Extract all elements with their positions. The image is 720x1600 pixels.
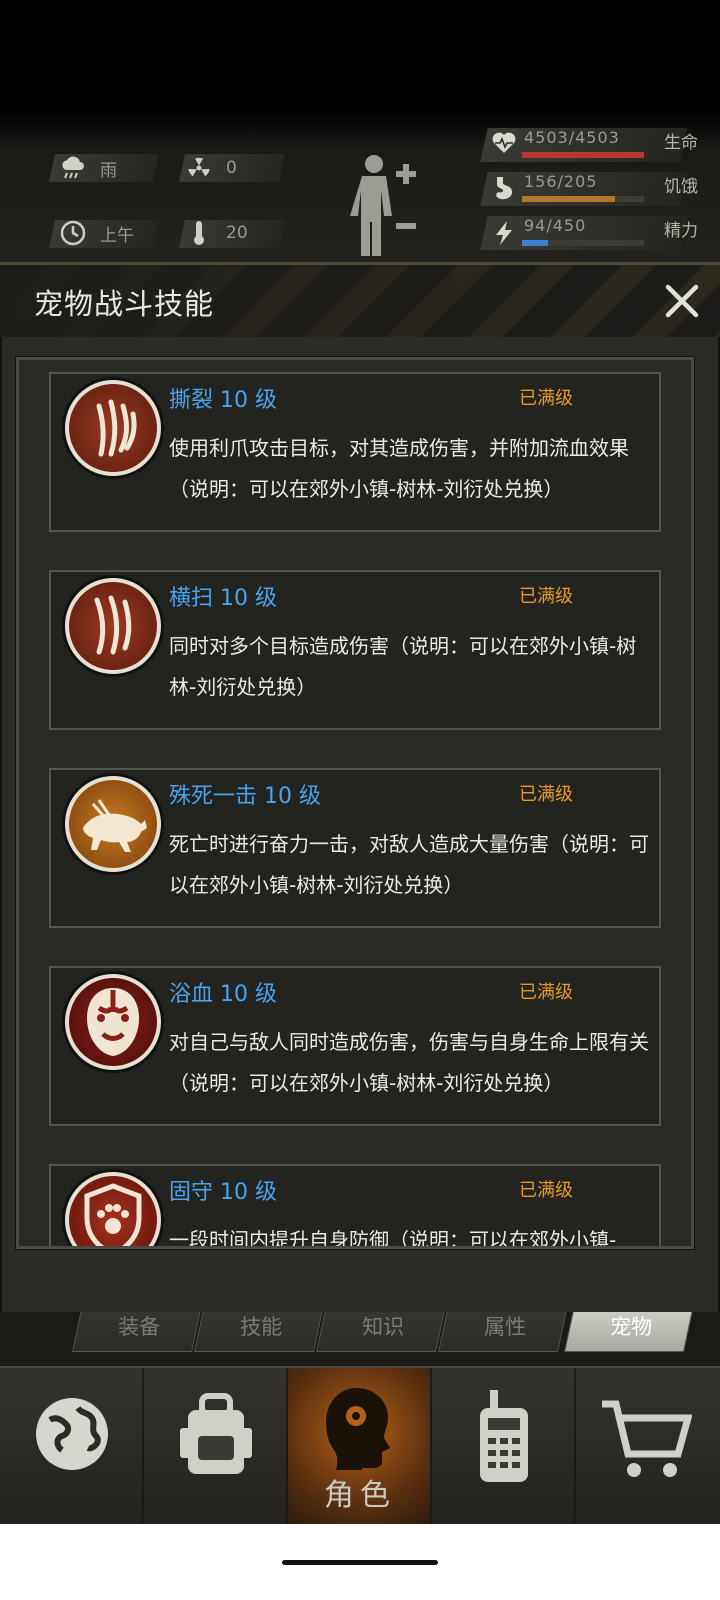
status-area: 雨 0 上午 20 4503/4503 生命 156/205 饥饿 94/450… bbox=[0, 0, 720, 270]
max-level-badge: 已满级 bbox=[519, 1180, 573, 1201]
radiation-value: 0 bbox=[226, 158, 237, 178]
tab-equipment[interactable]: 装备 bbox=[72, 1312, 204, 1352]
time-of-day-value: 上午 bbox=[100, 225, 134, 246]
hunger-vital: 156/205 饥饿 bbox=[480, 170, 704, 210]
energy-bar bbox=[522, 240, 644, 246]
lightning-icon bbox=[492, 220, 516, 245]
bloody-face-icon bbox=[65, 974, 161, 1070]
skill-description: 同时对多个目标造成伤害（说明：可以在郊外小镇-树林-刘衍处兑换） bbox=[169, 634, 637, 699]
heart-icon bbox=[492, 132, 516, 156]
claw-sweep-icon bbox=[65, 578, 161, 674]
stomach-icon bbox=[492, 176, 516, 200]
tab-skills[interactable]: 技能 bbox=[194, 1312, 326, 1352]
max-level-badge: 已满级 bbox=[519, 982, 573, 1003]
skill-card-final-strike[interactable]: 殊死一击 10 级 已满级 死亡时进行奋力一击，对敌人造成大量伤害（说明：可以在… bbox=[49, 768, 661, 928]
nav-shop[interactable] bbox=[576, 1368, 720, 1526]
claw-slash-icon bbox=[65, 380, 161, 476]
thermometer-icon bbox=[186, 220, 212, 246]
clock-icon bbox=[60, 220, 86, 246]
head-gear-icon bbox=[326, 1388, 390, 1470]
skill-name: 横扫 10 级 bbox=[169, 586, 277, 611]
time-stat: 上午 bbox=[60, 220, 134, 246]
walkie-talkie-icon bbox=[480, 1390, 528, 1482]
skill-name: 浴血 10 级 bbox=[169, 982, 277, 1007]
skill-description: 对自己与敌人同时造成伤害，伤害与自身生命上限有关（说明：可以在郊外小镇-树林-刘… bbox=[169, 1030, 649, 1095]
max-level-badge: 已满级 bbox=[519, 388, 573, 409]
hunger-label: 饥饿 bbox=[664, 177, 698, 197]
skill-name: 殊死一击 10 级 bbox=[169, 784, 321, 809]
energy-label: 精力 bbox=[664, 221, 698, 241]
max-level-badge: 已满级 bbox=[519, 784, 573, 805]
paw-shield-icon bbox=[65, 1172, 161, 1246]
weather-value: 雨 bbox=[100, 160, 117, 181]
body-status-icon[interactable] bbox=[348, 150, 428, 260]
skill-card-fortify[interactable]: 固守 10 级 已满级 一段时间内提升自身防御（说明：可以在郊外小镇- bbox=[49, 1164, 661, 1249]
health-vital: 4503/4503 生命 bbox=[480, 126, 704, 166]
nav-backpack[interactable] bbox=[144, 1368, 288, 1526]
temperature-value: 20 bbox=[226, 223, 248, 243]
health-bar bbox=[522, 152, 644, 158]
charging-beast-icon bbox=[65, 776, 161, 872]
radiation-stat: 0 bbox=[186, 155, 237, 181]
skill-card-sweep[interactable]: 横扫 10 级 已满级 同时对多个目标造成伤害（说明：可以在郊外小镇-树林-刘衍… bbox=[49, 570, 661, 730]
tab-attributes[interactable]: 属性 bbox=[438, 1312, 570, 1352]
hunger-bar bbox=[522, 196, 644, 202]
max-level-badge: 已满级 bbox=[519, 586, 573, 607]
weather-stat: 雨 bbox=[60, 155, 117, 181]
skill-description: 使用利爪攻击目标，对其造成伤害，并附加流血效果（说明：可以在郊外小镇-树林-刘衍… bbox=[169, 436, 629, 501]
radiation-icon bbox=[186, 155, 212, 181]
nav-radio[interactable] bbox=[432, 1368, 576, 1526]
health-value: 4503/4503 bbox=[524, 128, 620, 147]
home-indicator[interactable] bbox=[282, 1560, 438, 1565]
skill-description: 死亡时进行奋力一击，对敌人造成大量伤害（说明：可以在郊外小镇-树林-刘衍处兑换） bbox=[169, 832, 649, 897]
pet-skills-panel: 宠物战斗技能 撕裂 10 级 已满级 使用利爪攻击目标，对其造成伤害，并附加流血… bbox=[0, 262, 720, 1315]
skill-name: 固守 10 级 bbox=[169, 1180, 277, 1205]
tab-pet[interactable]: 宠物 bbox=[564, 1312, 696, 1352]
bottom-nav: 角色 bbox=[0, 1366, 720, 1526]
hunger-value: 156/205 bbox=[524, 172, 598, 191]
close-icon[interactable] bbox=[660, 279, 704, 323]
skill-list[interactable]: 撕裂 10 级 已满级 使用利爪攻击目标，对其造成伤害，并附加流血效果（说明：可… bbox=[16, 357, 694, 1249]
globe-icon bbox=[36, 1398, 108, 1470]
health-label: 生命 bbox=[664, 133, 698, 153]
character-sub-tabs: 装备 技能 知识 属性 宠物 bbox=[0, 1312, 720, 1366]
nav-character-label: 角色 bbox=[324, 1478, 396, 1513]
shopping-cart-icon bbox=[602, 1400, 692, 1477]
skill-description: 一段时间内提升自身防御（说明：可以在郊外小镇- bbox=[169, 1228, 617, 1249]
nav-character[interactable]: 角色 bbox=[288, 1368, 432, 1526]
tab-knowledge[interactable]: 知识 bbox=[316, 1312, 448, 1352]
energy-vital: 94/450 精力 bbox=[480, 214, 704, 254]
panel-title: 宠物战斗技能 bbox=[34, 287, 215, 321]
energy-value: 94/450 bbox=[524, 216, 587, 235]
skill-card-bloodbath[interactable]: 浴血 10 级 已满级 对自己与敌人同时造成伤害，伤害与自身生命上限有关（说明：… bbox=[49, 966, 661, 1126]
temperature-stat: 20 bbox=[186, 220, 248, 246]
nav-world-map[interactable] bbox=[0, 1368, 144, 1526]
skill-name: 撕裂 10 级 bbox=[169, 388, 277, 413]
rain-cloud-icon bbox=[60, 155, 86, 181]
skill-card-tear[interactable]: 撕裂 10 级 已满级 使用利爪攻击目标，对其造成伤害，并附加流血效果（说明：可… bbox=[49, 372, 661, 532]
backpack-icon bbox=[180, 1393, 252, 1474]
